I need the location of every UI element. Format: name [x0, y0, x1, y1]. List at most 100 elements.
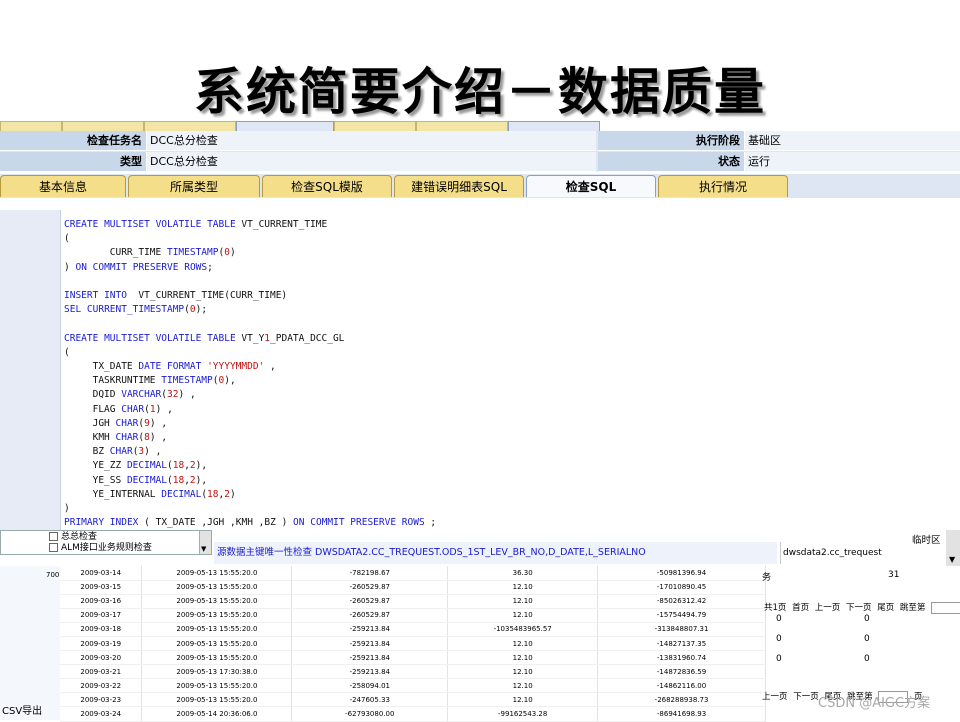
- sql-gutter: [0, 210, 61, 530]
- zero-value: 0: [776, 634, 782, 644]
- table-cell: -259213.84: [291, 664, 449, 680]
- sql-line: KMH CHAR(8) ,: [92, 432, 168, 444]
- table-cell: 2009-03-18: [60, 622, 143, 637]
- sql-line: YE_INTERNAL DECIMAL(18,2): [92, 488, 236, 500]
- table-cell: 12.10: [447, 636, 599, 652]
- rule-tree[interactable]: 总总检查 ALM接口业务规则检查 ▼: [0, 530, 212, 555]
- table-row[interactable]: 2009-03-16 2009-05-13 15:55:20.0 -260529.8…: [60, 594, 766, 609]
- table-row[interactable]: 2009-03-19 2009-05-13 15:55:20.0 -259213.8…: [60, 636, 766, 652]
- table-cell: -259213.84: [291, 636, 449, 652]
- tree-scrollbar[interactable]: ▼: [199, 531, 211, 554]
- rule-table-name: dwsdata2.cc_trequest: [780, 542, 913, 564]
- table-cell: 2009-03-23: [60, 692, 143, 708]
- table-cell: 2009-03-16: [60, 594, 143, 609]
- csv-export-button[interactable]: CSV导出: [2, 702, 42, 717]
- table-cell: 12.10: [447, 650, 599, 666]
- table-cell: 2009-05-14 20:36:06.0: [141, 706, 293, 722]
- scroll-down-icon[interactable]: ▼: [201, 545, 206, 553]
- table-cell: -247605.33: [291, 692, 449, 708]
- sql-line: CREATE MULTISET VOLATILE TABLE VT_CURREN…: [64, 219, 328, 230]
- table-cell: 2009-03-24: [60, 706, 143, 722]
- table-row[interactable]: 2009-03-14 2009-05-13 15:55:20.0 -782198.6…: [60, 566, 766, 581]
- table-cell: 12.10: [447, 580, 599, 595]
- tab-error-detail-sql[interactable]: 建错误明细表SQL: [394, 175, 524, 197]
- zero-value: 0: [776, 614, 782, 624]
- table-cell: -260529.87: [291, 594, 449, 609]
- table-cell: -85026312.42: [597, 594, 766, 609]
- table-cell: -86941698.93: [597, 706, 766, 722]
- table-cell: 2009-05-13 15:55:20.0: [141, 622, 293, 637]
- sql-line: YE_SS DECIMAL(18,2),: [92, 474, 208, 486]
- table-cell: -14862116.00: [597, 678, 766, 694]
- table-cell: 36.30: [447, 566, 599, 581]
- pager-links[interactable]: 共1页 首页 上一页 下一页 尾页 跳至第: [764, 603, 925, 613]
- table-cell: 2009-05-13 15:55:20.0: [141, 678, 293, 694]
- detail-tabs: 基本信息 所属类型 检查SQL模版 建错误明细表SQL 检查SQL 执行情况: [0, 174, 960, 198]
- table-cell: -259213.84: [291, 650, 449, 666]
- info-row: 检查任务名 DCC总分检查 执行阶段 基础区: [0, 131, 960, 151]
- watermark: CSDN @AIGC方案: [818, 696, 931, 711]
- table-cell: 12.10: [447, 692, 599, 708]
- tab-check-sql-template[interactable]: 检查SQL模版: [262, 175, 392, 197]
- tree-expander-icon[interactable]: [49, 543, 58, 552]
- sql-line: ): [64, 503, 70, 515]
- scroll-down-icon[interactable]: ▼: [949, 555, 955, 564]
- table-cell: -99162543.28: [447, 706, 599, 722]
- table-cell: 2009-05-13 15:55:20.0: [141, 594, 293, 609]
- table-cell: 2009-05-13 15:55:20.0: [141, 636, 293, 652]
- table-cell: -14872836.59: [597, 664, 766, 680]
- table-row[interactable]: 2009-03-23 2009-05-13 15:55:20.0 -247605.3…: [60, 692, 766, 708]
- table-cell: -1035483965.57: [447, 622, 599, 637]
- tree-item-label: 总总检查: [61, 532, 98, 542]
- tree-item[interactable]: ALM接口业务规则检查: [49, 542, 152, 554]
- vertical-scrollbar[interactable]: ▼: [946, 530, 960, 566]
- table-cell: 2009-05-13 15:55:20.0: [141, 692, 293, 708]
- sql-line: BZ CHAR(3) ,: [92, 446, 162, 458]
- sql-line: (: [64, 346, 70, 358]
- table-cell: -13831960.74: [597, 650, 766, 666]
- table-row[interactable]: 2009-03-24 2009-05-14 20:36:06.0 -62793080…: [60, 706, 766, 722]
- page-jump-input[interactable]: [931, 601, 960, 614]
- table-row[interactable]: 2009-03-15 2009-05-13 15:55:20.0 -260529.8…: [60, 580, 766, 595]
- zero-value: 0: [776, 654, 782, 664]
- table-cell: -50981396.94: [597, 566, 766, 581]
- table-cell: -782198.67: [291, 566, 449, 581]
- table-cell: 2009-03-14: [60, 566, 143, 581]
- table-cell: 2009-05-13 17:30:38.0: [141, 664, 293, 680]
- table-cell: 12.10: [447, 678, 599, 694]
- slide-title: 系统简要介绍－数据质量: [194, 62, 766, 121]
- sql-line: PRIMARY INDEX ( TX_DATE ,JGH ,KMH ,BZ ) …: [64, 517, 437, 529]
- table-cell: -62793080.00: [291, 706, 449, 722]
- left-panel: [0, 566, 60, 720]
- tab-basic-info[interactable]: 基本信息: [0, 175, 126, 197]
- table-row[interactable]: 2009-03-21 2009-05-13 17:30:38.0 -259213.8…: [60, 664, 766, 680]
- sql-code[interactable]: CREATE MULTISET VOLATILE TABLE VT_CURREN…: [64, 218, 944, 530]
- task-tail-text: 务: [762, 573, 772, 583]
- table-cell: -313848807.31: [597, 622, 766, 637]
- table-cell: -15754494.79: [597, 608, 766, 623]
- sql-line: TASKRUNTIME TIMESTAMP(0),: [92, 375, 236, 387]
- result-table: 2009-03-14 2009-05-13 15:55:20.0 -782198.6…: [60, 566, 766, 722]
- table-row[interactable]: 2009-03-22 2009-05-13 15:55:20.0 -258094.0…: [60, 678, 766, 694]
- tab-check-sql[interactable]: 检查SQL: [526, 175, 656, 197]
- sql-line: TX_DATE DATE FORMAT 'YYYYMMDD' ,: [92, 361, 276, 373]
- sql-line: YE_ZZ DECIMAL(18,2),: [92, 460, 208, 472]
- table-row[interactable]: 2009-03-18 2009-05-13 15:55:20.0 -259213.8…: [60, 622, 766, 637]
- task-name-label: 检查任务名: [0, 131, 146, 151]
- tab-category[interactable]: 所属类型: [128, 175, 260, 197]
- sql-line: CREATE MULTISET VOLATILE TABLE VT_Y1_PDA…: [64, 332, 345, 344]
- status-value[interactable]: 运行: [744, 152, 960, 172]
- task-name-value[interactable]: DCC总分检查: [146, 131, 596, 151]
- stage-value[interactable]: 基础区: [744, 131, 960, 151]
- sql-editor[interactable]: CREATE MULTISET VOLATILE TABLE VT_CURREN…: [0, 210, 960, 530]
- table-row[interactable]: 2009-03-20 2009-05-13 15:55:20.0 -259213.8…: [60, 650, 766, 666]
- type-value[interactable]: DCC总分检查: [146, 152, 596, 172]
- table-row[interactable]: 2009-03-17 2009-05-13 15:55:20.0 -260529.8…: [60, 608, 766, 623]
- tree-expander-icon[interactable]: [49, 532, 58, 541]
- sql-line: FLAG CHAR(1) ,: [92, 403, 173, 415]
- tab-execution-status[interactable]: 执行情况: [658, 175, 788, 197]
- sql-line: JGH CHAR(9) ,: [92, 417, 168, 429]
- stage-label: 执行阶段: [598, 131, 744, 151]
- sql-line: DQID VARCHAR(32) ,: [92, 389, 196, 401]
- cutoff-tab-strip: [0, 121, 600, 132]
